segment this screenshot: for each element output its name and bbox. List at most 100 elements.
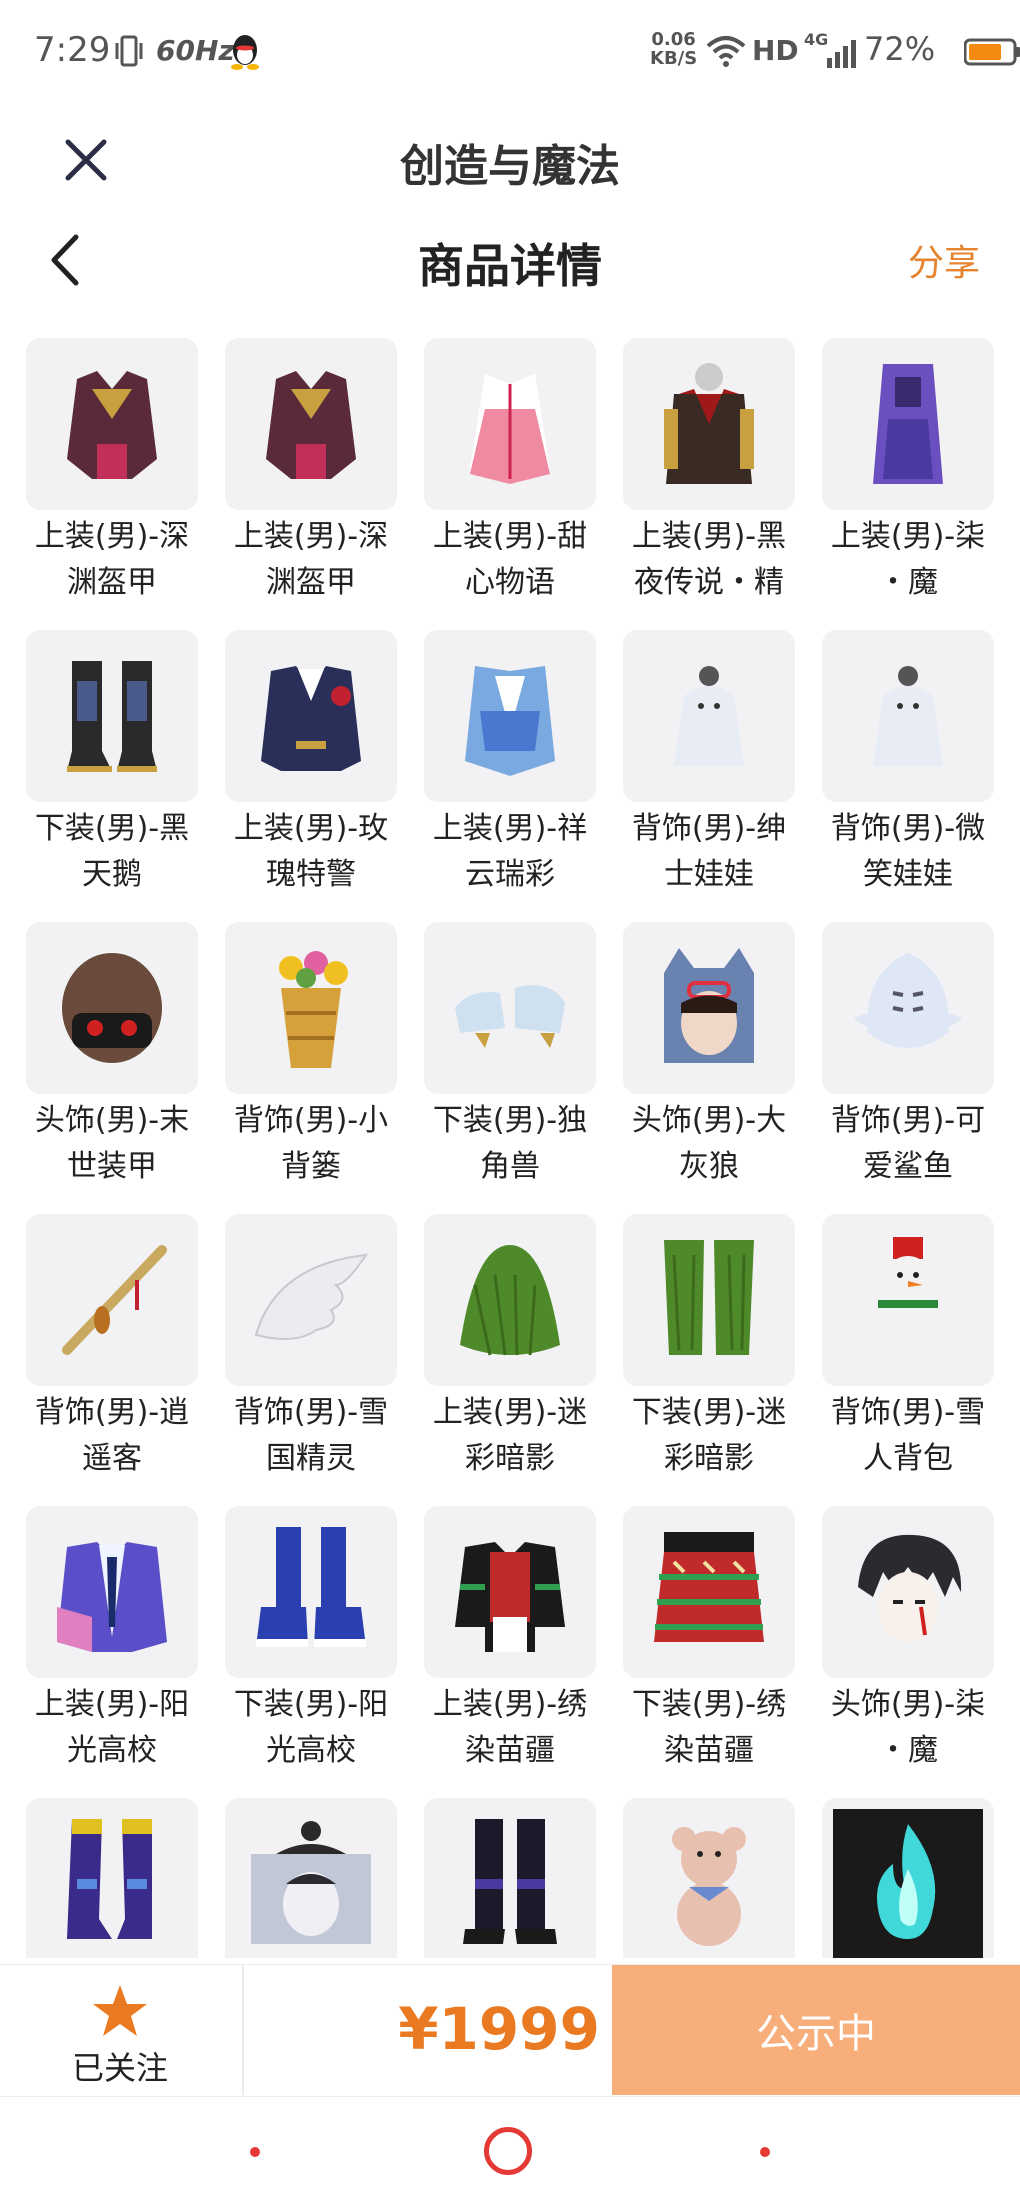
item-label-line1: 上装(男)-黑 xyxy=(631,519,787,554)
item-card[interactable]: 上装(男)-玫 瑰特警 xyxy=(225,630,397,898)
item-label-line2: 爱鲨鱼 xyxy=(863,1149,953,1184)
teddy-bear-icon xyxy=(672,1827,746,1946)
sneakers-icon xyxy=(256,1527,366,1647)
item-card[interactable]: 下装(男)-迷 彩暗影 xyxy=(623,1214,795,1482)
dark-hair-icon xyxy=(858,1534,962,1642)
item-label: 上装(男)-黑 夜传说・精 xyxy=(614,514,804,606)
item-thumbnail xyxy=(623,1506,795,1678)
item-card[interactable]: 上装(男)-深 渊盔甲 xyxy=(225,338,397,606)
status-time: 7:29 xyxy=(34,30,111,70)
item-label-line2: 遥客 xyxy=(82,1441,142,1476)
item-thumbnail xyxy=(424,1214,596,1386)
signal-icon xyxy=(827,40,856,68)
page-header: 商品详情 分享 xyxy=(0,210,1020,310)
item-thumbnail xyxy=(225,338,397,510)
item-card[interactable]: 下装(男)-阳 光高校 xyxy=(225,1506,397,1774)
item-card[interactable]: 背饰(男)-雪 国精灵 xyxy=(225,1214,397,1482)
public-notice-button[interactable]: 公示中 xyxy=(612,1965,1020,2095)
page-title: 商品详情 xyxy=(418,239,602,293)
purple-boots-icon xyxy=(67,1819,152,1939)
nav-back-dot[interactable] xyxy=(250,2147,260,2157)
item-thumbnail xyxy=(26,630,198,802)
ethnic-skirt-icon xyxy=(654,1532,764,1642)
veil-hat-icon xyxy=(251,1821,371,1944)
nav-recent-dot[interactable] xyxy=(760,2147,770,2157)
item-thumbnail xyxy=(26,922,198,1094)
net-speed: 0.06 KB/S xyxy=(650,30,697,68)
item-card[interactable]: 上装(男)-绣 染苗疆 xyxy=(424,1506,596,1774)
item-label-line1: 背饰(男)-雪 xyxy=(830,1395,986,1430)
item-label-line1: 头饰(男)-大 xyxy=(631,1103,787,1138)
item-card[interactable] xyxy=(26,1798,198,1958)
item-card[interactable]: 背饰(男)-小 背篓 xyxy=(225,922,397,1190)
item-card[interactable]: 下装(男)-绣 染苗疆 xyxy=(623,1506,795,1774)
item-label-line1: 下装(男)-迷 xyxy=(631,1395,787,1430)
black-boots-icon xyxy=(67,661,157,772)
item-label: 上装(男)-绣 染苗疆 xyxy=(415,1682,605,1774)
ghillie-pants-icon xyxy=(664,1240,754,1355)
item-card[interactable]: 下装(男)-独 角兽 xyxy=(424,922,596,1190)
item-thumbnail xyxy=(623,1798,795,1958)
white-shoes-icon xyxy=(455,985,565,1048)
item-card[interactable]: 背饰(男)-绅 士娃娃 xyxy=(623,630,795,898)
home-circle-icon[interactable] xyxy=(484,2127,532,2175)
item-thumbnail xyxy=(623,338,795,510)
item-label-line2: 世装甲 xyxy=(67,1149,157,1184)
black-coat-icon xyxy=(664,363,754,484)
item-label-line2: 染苗疆 xyxy=(465,1733,555,1768)
item-card[interactable]: 上装(男)-迷 彩暗影 xyxy=(424,1214,596,1482)
item-card[interactable]: 上装(男)-黑 夜传说・精 xyxy=(623,338,795,606)
item-card[interactable] xyxy=(225,1798,397,1958)
item-card[interactable]: 下装(男)-黑 天鹅 xyxy=(26,630,198,898)
item-label-line1: 背饰(男)-微 xyxy=(830,811,986,846)
flute-icon xyxy=(62,1245,167,1355)
item-card[interactable]: 上装(男)-祥 云瑞彩 xyxy=(424,630,596,898)
item-label-line2: 灰狼 xyxy=(679,1149,739,1184)
item-label: 上装(男)-深 渊盔甲 xyxy=(26,514,207,606)
item-card[interactable]: 背饰(男)-可 爱鲨鱼 xyxy=(822,922,994,1190)
item-card[interactable]: 上装(男)-柒 ・魔 xyxy=(822,338,994,606)
wifi-icon xyxy=(706,36,746,67)
dark-legs-icon xyxy=(463,1819,557,1944)
ghost-doll-icon xyxy=(873,666,943,766)
shark-icon xyxy=(853,953,963,1048)
item-thumbnail xyxy=(822,1798,994,1958)
item-card[interactable]: 头饰(男)-柒 ・魔 xyxy=(822,1506,994,1774)
item-label: 背饰(男)-可 爱鲨鱼 xyxy=(813,1098,996,1190)
battery-percent: 72% xyxy=(864,30,936,68)
item-card[interactable]: 上装(男)-深 渊盔甲 xyxy=(26,338,198,606)
item-card[interactable] xyxy=(424,1798,596,1958)
item-card[interactable]: 背饰(男)-微 笑娃娃 xyxy=(822,630,994,898)
dark-armor-icon xyxy=(67,371,157,479)
item-card[interactable] xyxy=(822,1798,994,1958)
uniform-icon xyxy=(261,666,361,771)
item-thumbnail xyxy=(26,1798,198,1958)
item-label: 下装(男)-黑 天鹅 xyxy=(26,806,207,898)
item-label-line2: 国精灵 xyxy=(266,1441,356,1476)
wolf-hood-icon xyxy=(664,948,754,1063)
item-label-line1: 上装(男)-柒 xyxy=(830,519,986,554)
item-label-line1: 背饰(男)-雪 xyxy=(233,1395,389,1430)
item-card[interactable]: 背饰(男)-雪 人背包 xyxy=(822,1214,994,1482)
item-card[interactable]: 头饰(男)-末 世装甲 xyxy=(26,922,198,1190)
share-button[interactable]: 分享 xyxy=(908,234,980,286)
item-label: 下装(男)-绣 染苗疆 xyxy=(614,1682,804,1774)
item-card[interactable]: 上装(男)-阳 光高校 xyxy=(26,1506,198,1774)
item-label: 上装(男)-柒 ・魔 xyxy=(813,514,996,606)
item-label-line2: 彩暗影 xyxy=(664,1441,754,1476)
item-card[interactable]: 头饰(男)-大 灰狼 xyxy=(623,922,795,1190)
item-thumbnail xyxy=(822,338,994,510)
item-thumbnail xyxy=(424,1506,596,1678)
item-card[interactable] xyxy=(623,1798,795,1958)
item-card[interactable]: 背饰(男)-逍 遥客 xyxy=(26,1214,198,1482)
network-type: 4G xyxy=(804,30,829,49)
item-label: 背饰(男)-微 笑娃娃 xyxy=(813,806,996,898)
item-thumbnail xyxy=(225,1214,397,1386)
item-label-line1: 上装(男)-深 xyxy=(34,519,190,554)
item-card[interactable]: 上装(男)-甜 心物语 xyxy=(424,338,596,606)
follow-button[interactable]: 已关注 xyxy=(40,1965,200,2095)
item-label-line2: 瑰特警 xyxy=(266,857,356,892)
item-label: 上装(男)-甜 心物语 xyxy=(415,514,605,606)
status-bar: 7:29 60Hz 0.06 KB/S HD 4G 72% xyxy=(0,0,1020,110)
item-label-line1: 上装(男)-祥 xyxy=(432,811,588,846)
